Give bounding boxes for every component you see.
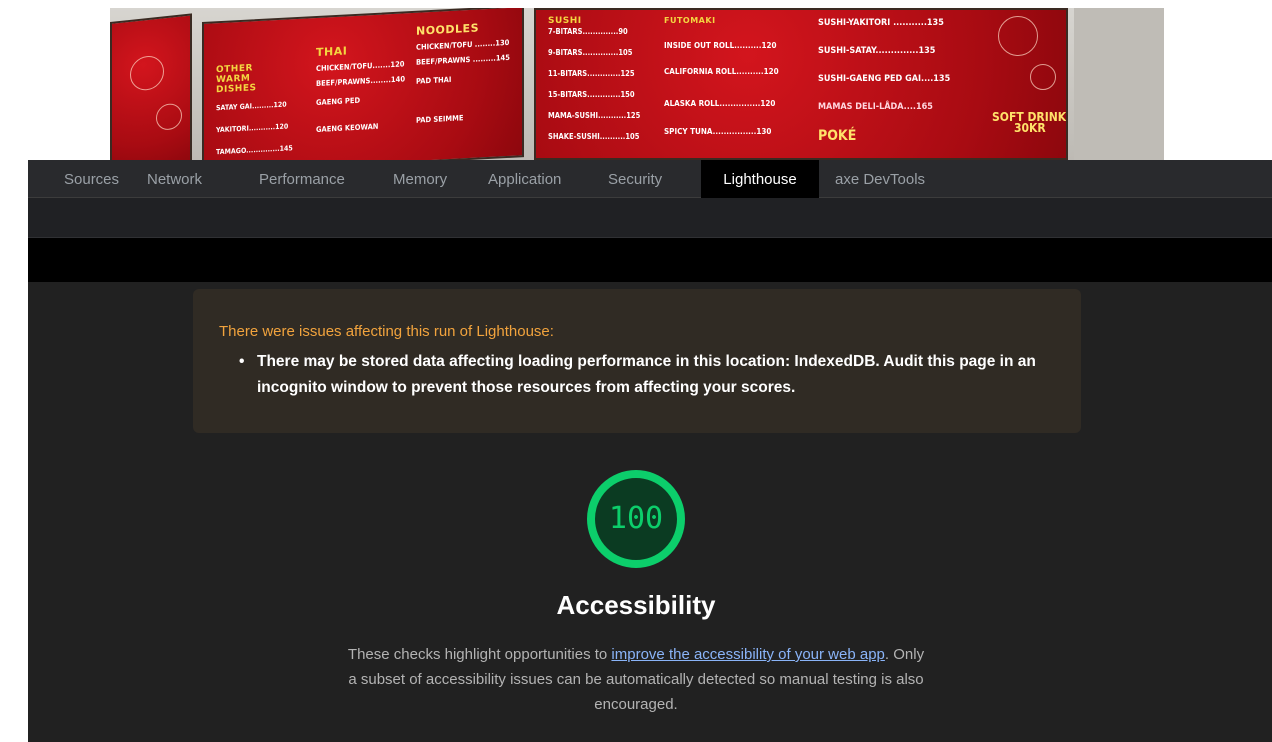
board-line: PAD SEIMME	[416, 113, 464, 125]
menu-board-photo: OTHER WARM DISHES SATAY GAI.........120 …	[110, 8, 1164, 160]
board-heading: NOODLES	[416, 21, 479, 38]
board-soft-drink-price: 30KR	[1014, 121, 1046, 135]
board-line: 11-BITARS.............125	[548, 69, 635, 78]
category-description: These checks highlight opportunities to …	[343, 642, 929, 717]
board-line: CALIFORNIA ROLL..........120	[664, 67, 779, 76]
board-heading: THAI	[316, 44, 348, 60]
board-line: CHICKEN/TOFU.......120	[316, 59, 405, 74]
devtools-panel: Sources Network Performance Memory Appli…	[28, 160, 1272, 742]
board-line: BEEF/PRAWNS........140	[316, 74, 406, 89]
description-text: These checks highlight opportunities to	[347, 646, 612, 663]
board-line: 15-BITARS.............150	[548, 90, 635, 99]
board-line: INSIDE OUT ROLL..........120	[664, 41, 777, 50]
score-value: 100	[608, 501, 664, 536]
category-title: Accessibility	[556, 590, 716, 620]
warning-box: There were issues affecting this run of …	[193, 289, 1081, 433]
board-line: CHICKEN/TOFU ........130	[416, 37, 510, 52]
board-line: GAENG PED	[316, 95, 361, 108]
devtools-tab-bar: Sources Network Performance Memory Appli…	[28, 160, 1272, 198]
board-line: SHAKE-SUSHI..........105	[548, 132, 640, 141]
board-line: PAD THAI	[416, 74, 452, 86]
tab-lighthouse[interactable]: Lighthouse	[701, 160, 819, 198]
board-line: SUSHI-YAKITORI ...........135	[818, 18, 944, 28]
score-gauge[interactable]: 100	[583, 466, 689, 572]
tab-sources[interactable]: Sources	[50, 160, 133, 198]
warning-list: • There may be stored data affecting loa…	[239, 349, 1057, 401]
lighthouse-toolbar	[28, 198, 1272, 238]
board-line: SPICY TUNA................130	[664, 127, 772, 136]
tab-memory[interactable]: Memory	[379, 160, 461, 198]
bullet-icon: •	[239, 353, 245, 370]
board-heading: SUSHI	[548, 16, 582, 26]
board-line: ALASKA ROLL...............120	[664, 99, 776, 108]
board-line: SUSHI-GAENG PED GAI....135	[818, 74, 951, 84]
menu-board-warm-dishes: OTHER WARM DISHES SATAY GAI.........120 …	[202, 8, 524, 160]
menu-board-left-edge	[110, 13, 192, 160]
tab-network[interactable]: Network	[133, 160, 216, 198]
tab-security[interactable]: Security	[594, 160, 676, 198]
tab-performance[interactable]: Performance	[245, 160, 359, 198]
tab-axe-devtools[interactable]: axe DevTools	[821, 160, 939, 198]
warning-title: There were issues affecting this run of …	[219, 323, 554, 340]
board-heading: OTHER WARM DISHES	[216, 63, 257, 96]
wall-right	[1074, 8, 1164, 160]
board-line: MAMA-SUSHI...........125	[548, 111, 641, 120]
report-topbar	[28, 238, 1272, 282]
board-line: 9-BITARS..............105	[548, 48, 633, 57]
board-line: SUSHI-SATAY..............135	[818, 46, 936, 56]
board-line: 7-BITARS..............90	[548, 27, 628, 36]
board-line: TAMAGO..............145	[216, 144, 293, 157]
accessibility-guide-link[interactable]: improve the accessibility of your web ap…	[611, 646, 884, 663]
board-line: BEEF/PRAWNS .........145	[416, 52, 510, 67]
lighthouse-report: There were issues affecting this run of …	[28, 282, 1272, 742]
tab-application[interactable]: Application	[474, 160, 575, 198]
board-poke: POKÉ	[818, 128, 857, 144]
board-heading: FUTOMAKI	[664, 16, 716, 25]
warning-item: There may be stored data affecting loadi…	[257, 353, 1036, 396]
menu-board-sushi: SUSHI 7-BITARS..............90 9-BITARS.…	[534, 8, 1068, 160]
board-line: MAMAS DELI-LÅDA....165	[818, 102, 933, 112]
board-line: GAENG KEOWAN	[316, 121, 379, 135]
